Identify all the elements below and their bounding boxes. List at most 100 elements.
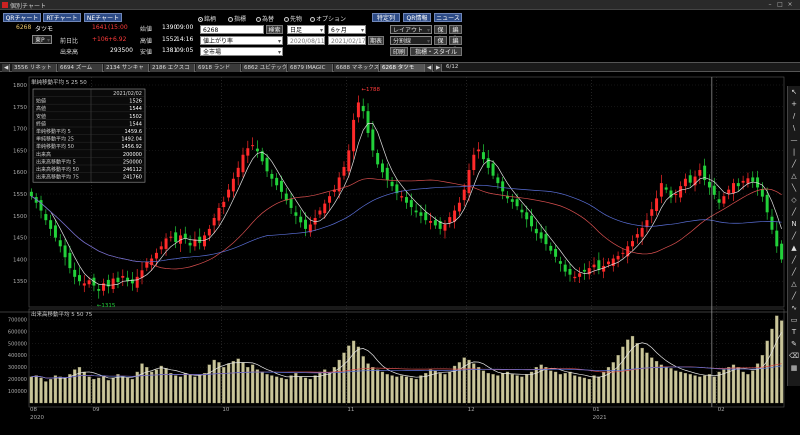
market-select[interactable]: 東P (32, 35, 52, 44)
ranking-select[interactable]: 値上がり率 (200, 36, 283, 45)
symbol-tab[interactable]: 6862 ユビテック (242, 64, 287, 72)
drawing-tool-icon[interactable]: ╱ (789, 208, 799, 217)
radio-stock[interactable]: 銘柄 (198, 14, 216, 23)
radio-dot-icon (198, 17, 203, 22)
volume-bar (250, 364, 255, 404)
scope-select[interactable]: 全市場 (200, 47, 283, 56)
current-price: 1641 (92, 24, 108, 31)
drawing-tool-icon[interactable]: ╱ (789, 232, 799, 241)
price-chart[interactable]: 1800 1750 1700 1650 1600 1550 1500 1450 1400 1350… (0, 73, 787, 435)
drawing-tool-icon[interactable]: T (789, 328, 799, 337)
symbol-tab[interactable]: 6268 タツモ (380, 64, 425, 72)
date-from-input[interactable]: 2020/08/11 (287, 36, 325, 45)
symbol-tab[interactable]: 6694 ズーム (58, 64, 103, 72)
drawing-tool-icon[interactable]: ▦ (789, 364, 799, 373)
volume-bar (178, 376, 183, 404)
candle-body (520, 209, 524, 213)
volume-bar (674, 370, 678, 404)
drawing-tool-icon[interactable]: ╱ (789, 256, 799, 265)
tab-right-icon[interactable]: ▶ (434, 64, 442, 72)
radio-index[interactable]: 指標 (228, 14, 246, 23)
drawing-tool-icon[interactable]: ∿ (789, 304, 799, 313)
drawing-tool-icon[interactable]: N (789, 220, 799, 229)
layout-select[interactable]: レイアウト (390, 25, 432, 34)
volume-bar (327, 372, 332, 404)
print-button[interactable]: 印刷 (390, 47, 408, 56)
drawing-tool-icon[interactable]: ╱ (789, 292, 799, 301)
drawing-tool-icon[interactable]: ↖ (789, 88, 799, 97)
period-select[interactable]: 日足 (287, 25, 325, 34)
candle-body (635, 234, 639, 238)
candle-body (78, 275, 81, 282)
rt-chart-button[interactable]: RTチャート (43, 13, 81, 22)
code-input[interactable]: 6268 (200, 25, 264, 34)
favorite-button[interactable]: 特定列 (372, 13, 400, 22)
drawing-tool-icon[interactable]: — (789, 136, 799, 145)
candle-body (448, 217, 452, 223)
edit-layout-button[interactable]: 編集 (449, 25, 462, 43)
qr-chart-button[interactable]: QRチャート (3, 13, 41, 22)
drawing-tool-icon[interactable]: △ (789, 172, 799, 181)
volume-bar (279, 377, 284, 404)
tab-page-indicator: 6/12 (446, 64, 459, 70)
volume-bar (169, 372, 173, 404)
qr-info-button[interactable]: QR情報 (403, 13, 431, 22)
volume-bar (621, 346, 625, 404)
drawing-tool-icon[interactable]: ✎ (789, 340, 799, 349)
drawing-tool-icon[interactable]: ╱ (789, 160, 799, 169)
indicator-style-button[interactable]: 指標・スタイル (410, 47, 462, 56)
drawing-tool-icon[interactable]: | (789, 148, 799, 157)
drawing-tool-icon[interactable]: + (789, 100, 799, 109)
drawing-tool-icon[interactable]: △ (789, 280, 799, 289)
volume-bar (736, 367, 740, 404)
drawing-tool-icon[interactable]: ⌫ (789, 352, 799, 361)
candle-body (429, 221, 433, 223)
tab-prev-icon[interactable]: ◀ (2, 64, 10, 72)
volume-bar (703, 375, 707, 404)
drawing-tool-icon[interactable]: ▲ (789, 244, 799, 253)
candle-body (323, 203, 327, 214)
symbol-tab[interactable]: 6918 ランド (196, 64, 241, 72)
volume-bar (611, 362, 615, 404)
volume-bar (236, 358, 240, 404)
search-button[interactable]: 検索 (266, 25, 283, 34)
candle-body (530, 215, 534, 227)
change-pct: +6.92 (108, 36, 127, 43)
save-split-button[interactable]: 保存 (434, 36, 447, 54)
volume-bar (558, 374, 563, 404)
save-layout-button[interactable]: 保存 (434, 25, 447, 43)
range-select[interactable]: 6ヶ月 (328, 25, 366, 34)
drawing-tool-icon[interactable]: ╲ (789, 184, 799, 193)
drawing-tool-icon[interactable]: / (789, 112, 799, 121)
symbol-tab[interactable]: 6879 IMAGIC (288, 64, 333, 72)
ne-chart-button[interactable]: NEチャート (84, 13, 122, 22)
volume-tick-label: 300000 (8, 365, 27, 371)
radio-futures[interactable]: 先物 (284, 14, 302, 23)
symbol-tab[interactable]: 2186 エクスコ (150, 64, 195, 72)
apply-button[interactable]: 期表 (368, 36, 384, 45)
drawing-tool-icon[interactable]: ◇ (789, 196, 799, 205)
split-select[interactable]: 分割線 (390, 36, 432, 45)
close-icon[interactable]: × (786, 1, 794, 8)
date-to-input[interactable]: 2021/02/17 (328, 36, 366, 45)
volume-bar (53, 375, 58, 404)
drawing-tool-icon[interactable]: ╱ (789, 268, 799, 277)
edit-split-button[interactable]: 編集 (449, 36, 462, 54)
candle-body (501, 181, 505, 192)
minimize-icon[interactable]: – (766, 1, 774, 8)
radio-options[interactable]: オプション (310, 14, 346, 23)
volume-legend: 出来高移動平均 5 50 75 (31, 310, 93, 318)
volume-bar (481, 370, 486, 404)
symbol-tab[interactable]: 3556 リネット (12, 64, 57, 72)
symbol-tab[interactable]: 2134 サンキャ (104, 64, 149, 72)
drawing-tool-icon[interactable]: ▭ (789, 316, 799, 325)
news-button[interactable]: ニュース (434, 13, 462, 22)
candle-body (780, 243, 784, 260)
tab-left-icon[interactable]: ◀ (425, 64, 433, 72)
symbol-tab[interactable]: 6688 マネックスG (334, 64, 379, 72)
candle-body (49, 220, 53, 229)
radio-fx[interactable]: 為替 (256, 14, 274, 23)
maximize-icon[interactable]: □ (776, 1, 784, 8)
drawing-tool-icon[interactable]: \ (789, 124, 799, 133)
candle-body (251, 145, 255, 147)
